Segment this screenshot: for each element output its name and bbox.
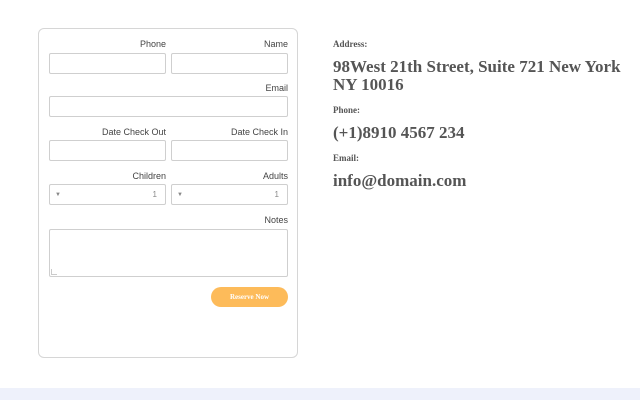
contact-info: Address: 98West 21th Street, Suite 721 N…	[333, 38, 623, 190]
email-input[interactable]	[49, 96, 288, 117]
phone-info-label: Phone:	[333, 105, 360, 115]
chevron-down-icon: ▼	[55, 192, 61, 198]
email-label: Email	[265, 83, 288, 93]
name-label: Name	[263, 39, 288, 49]
children-select-value: 1	[152, 190, 157, 199]
adults-select-value: 1	[274, 190, 279, 199]
chevron-down-icon: ▼	[177, 192, 183, 198]
footer-band	[0, 388, 640, 400]
page: Phone Name Email Date Check Out Date Che…	[0, 0, 640, 400]
address-value: 98West 21th Street, Suite 721 New York N…	[333, 57, 621, 94]
date-check-in-input[interactable]	[171, 140, 288, 161]
children-label: Children	[132, 171, 166, 181]
resize-handle-icon[interactable]	[51, 269, 57, 275]
reserve-now-button[interactable]: Reserve Now	[211, 287, 288, 307]
address-label: Address:	[333, 39, 368, 49]
adults-select[interactable]: ▼ 1	[171, 184, 288, 205]
reservation-form: Phone Name Email Date Check Out Date Che…	[38, 28, 298, 358]
phone-info-value: (+1)8910 4567 234	[333, 123, 465, 142]
name-input[interactable]	[171, 53, 288, 74]
notes-textarea[interactable]	[49, 229, 288, 277]
phone-input[interactable]	[49, 53, 166, 74]
adults-label: Adults	[262, 171, 288, 181]
date-check-out-label: Date Check Out	[101, 127, 166, 137]
phone-label: Phone	[139, 39, 166, 49]
date-check-out-input[interactable]	[49, 140, 166, 161]
children-select[interactable]: ▼ 1	[49, 184, 166, 205]
email-info-label: Email:	[333, 153, 359, 163]
notes-label: Notes	[264, 215, 288, 225]
date-check-in-label: Date Check In	[230, 127, 288, 137]
email-info-value: info@domain.com	[333, 171, 467, 190]
